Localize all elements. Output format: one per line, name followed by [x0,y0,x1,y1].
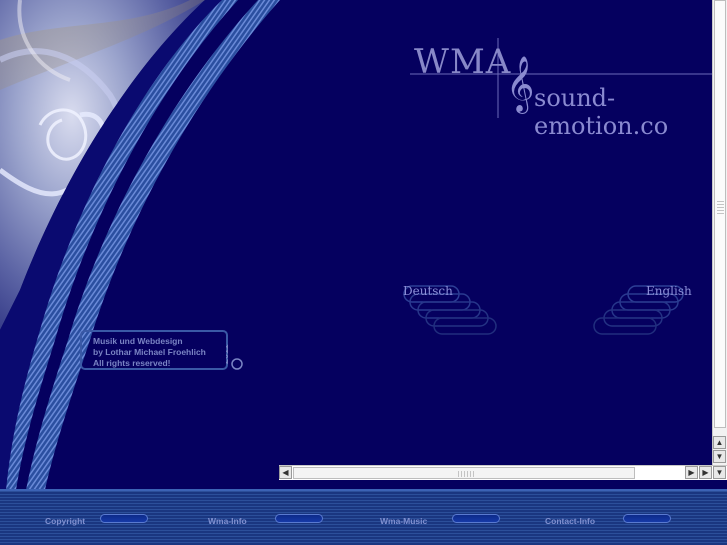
vertical-scroll-thumb[interactable] [714,0,726,428]
language-english-label: English [646,284,692,298]
logo-brand: WMA [414,42,512,82]
nav-label: Contact-Info [545,516,596,526]
nav-pill-icon [623,514,671,523]
scroll-right-icon[interactable]: ▶ [685,466,698,479]
language-deutsch-label: Deutsch [403,284,453,298]
nav-wma-music[interactable]: Wma-Music [380,511,505,526]
scroll-grip [717,210,724,211]
scroll-grip [461,471,462,477]
nav-wma-info[interactable]: Wma-Info [208,511,328,526]
copyright-year: 2011 [226,344,230,364]
nav-label: Wma-Info [208,516,247,526]
scroll-down-icon[interactable]: ▼ [713,450,726,463]
copyright-line: Musik und Webdesign [93,336,183,346]
page-stage: 𝄞 WMA sound-emotion.co Deutsch English M… [0,0,727,545]
scroll-grip [717,204,724,205]
nav-label: Copyright [45,516,86,526]
decorative-swirl-art [0,0,280,490]
scroll-grip [717,207,724,208]
nav-pill-icon [275,514,323,523]
copyright-symbol-icon [231,358,243,370]
nav-contact-info[interactable]: Contact-Info [545,511,680,526]
scroll-grip [717,201,724,202]
site-logo[interactable]: 𝄞 WMA sound-emotion.co [410,38,727,140]
scroll-grip [717,213,724,214]
nav-pill-icon [100,514,148,523]
copyright-line: by Lothar Michael Froehlich [93,347,206,357]
logo-site-name: sound-emotion.co [534,84,669,140]
scroll-down-icon[interactable]: ▼ [713,466,726,479]
scroll-grip [458,471,459,477]
scroll-up-icon[interactable]: ▲ [713,436,726,449]
nav-pill-icon [452,514,500,523]
vertical-scrollbar[interactable]: ▲ ▼ [712,0,727,465]
nav-label: Wma-Music [380,516,428,526]
scroll-grip [467,471,468,477]
copyright-line: All rights reserved! [93,358,171,368]
scroll-right-icon[interactable]: ▶ [699,466,712,479]
horizontal-scroll-thumb[interactable] [293,467,635,479]
copyright-notice-box: Musik und Webdesign by Lothar Michael Fr… [80,330,228,370]
language-english-button[interactable]: English [590,284,692,344]
footer-nav: Copyright Wma-Info Wma-Music Contact-Inf… [0,489,727,545]
scroll-left-icon[interactable]: ◀ [279,466,292,479]
language-deutsch-button[interactable]: Deutsch [400,284,500,344]
scroll-grip [470,471,471,477]
horizontal-scrollbar[interactable]: ◀ ▶ ▶ ▼ [279,465,727,480]
copyright-year-badge: 2011 [226,344,243,370]
nav-copyright[interactable]: Copyright [45,511,155,526]
scroll-grip [464,471,465,477]
scroll-grip [473,471,474,477]
